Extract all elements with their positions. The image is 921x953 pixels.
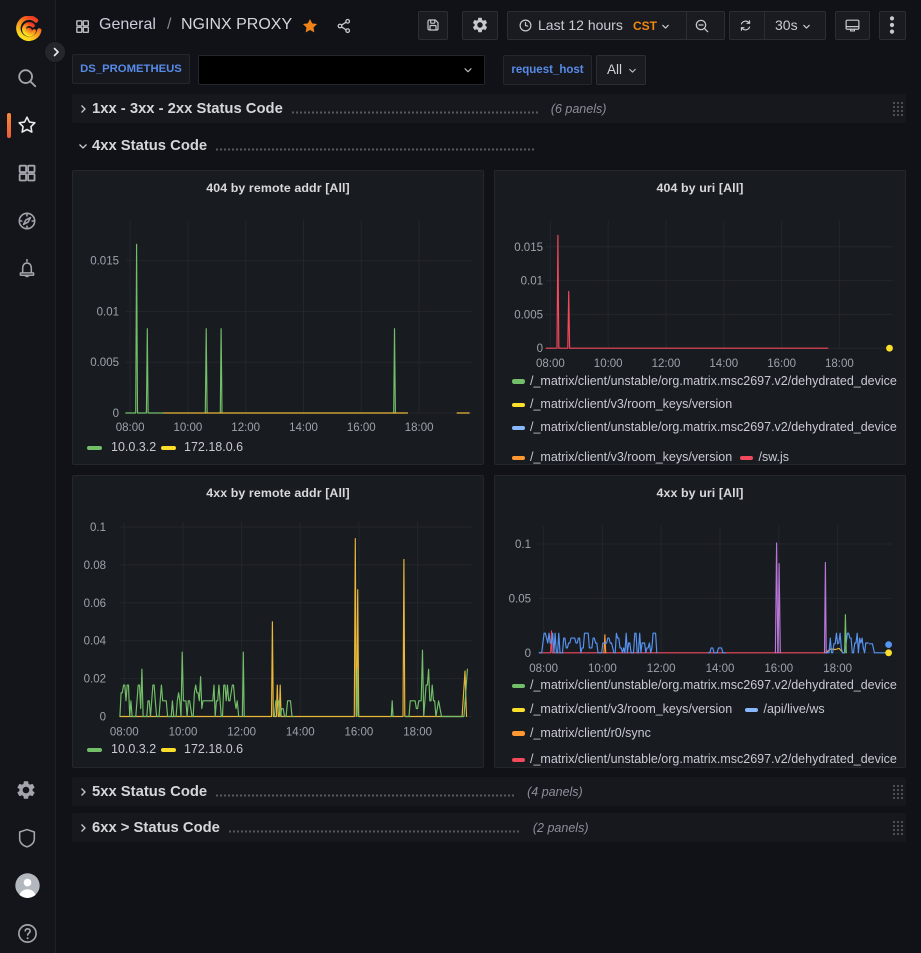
svg-text:10:00: 10:00 [174, 422, 203, 434]
svg-text:0: 0 [525, 648, 531, 660]
svg-text:18:00: 18:00 [825, 358, 854, 370]
svg-text:0.015: 0.015 [514, 242, 543, 254]
svg-text:08:00: 08:00 [536, 358, 565, 370]
svg-text:18:00: 18:00 [403, 727, 432, 739]
svg-text:16:00: 16:00 [345, 727, 374, 739]
svg-text:10:00: 10:00 [594, 358, 623, 370]
svg-text:16:00: 16:00 [767, 358, 796, 370]
svg-text:14:00: 14:00 [709, 358, 738, 370]
svg-text:16:00: 16:00 [764, 663, 793, 675]
svg-text:0: 0 [537, 343, 543, 355]
svg-text:12:00: 12:00 [227, 727, 256, 739]
svg-text:12:00: 12:00 [231, 422, 260, 434]
svg-text:16:00: 16:00 [347, 422, 376, 434]
svg-text:0.01: 0.01 [521, 276, 543, 288]
svg-text:0.02: 0.02 [84, 674, 106, 686]
svg-text:08:00: 08:00 [110, 727, 139, 739]
svg-text:0.01: 0.01 [97, 306, 119, 318]
svg-text:14:00: 14:00 [289, 422, 318, 434]
svg-text:0.005: 0.005 [90, 357, 119, 369]
svg-text:0.05: 0.05 [509, 593, 531, 605]
svg-text:0: 0 [113, 408, 119, 420]
svg-text:0.06: 0.06 [84, 598, 106, 610]
svg-text:10:00: 10:00 [169, 727, 198, 739]
svg-text:08:00: 08:00 [529, 663, 558, 675]
svg-text:12:00: 12:00 [647, 663, 676, 675]
svg-text:08:00: 08:00 [116, 422, 145, 434]
svg-text:0.015: 0.015 [90, 256, 119, 268]
svg-text:0.1: 0.1 [515, 539, 531, 551]
svg-text:14:00: 14:00 [706, 663, 735, 675]
svg-text:12:00: 12:00 [652, 358, 681, 370]
svg-text:10:00: 10:00 [588, 663, 617, 675]
svg-text:18:00: 18:00 [823, 663, 852, 675]
svg-text:0.08: 0.08 [84, 560, 106, 572]
svg-text:0: 0 [100, 712, 106, 724]
svg-text:0.1: 0.1 [90, 522, 106, 534]
svg-text:0.005: 0.005 [514, 309, 543, 321]
svg-text:14:00: 14:00 [286, 727, 315, 739]
svg-text:0.04: 0.04 [84, 636, 107, 648]
svg-text:18:00: 18:00 [405, 422, 434, 434]
